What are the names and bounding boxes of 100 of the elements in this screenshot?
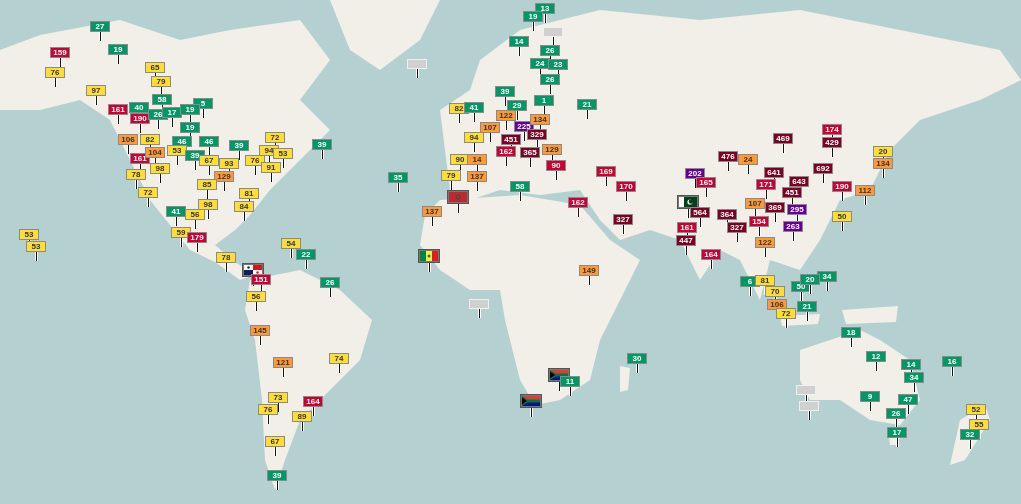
aqi-marker[interactable]: 89 bbox=[292, 411, 312, 422]
aqi-marker[interactable]: 476 bbox=[718, 151, 738, 162]
aqi-marker[interactable]: 641 bbox=[764, 167, 784, 178]
aqi-marker[interactable]: 1 bbox=[534, 95, 554, 106]
aqi-marker[interactable]: 53 bbox=[19, 229, 39, 240]
aqi-marker[interactable]: 93 bbox=[219, 158, 239, 169]
aqi-marker[interactable]: 20 bbox=[873, 146, 893, 157]
aqi-marker[interactable]: 47 bbox=[898, 394, 918, 405]
aqi-marker[interactable]: 81 bbox=[239, 188, 259, 199]
aqi-marker[interactable]: 9 bbox=[860, 391, 880, 402]
blank-marker[interactable] bbox=[799, 401, 819, 411]
aqi-marker[interactable]: 170 bbox=[616, 181, 636, 192]
aqi-marker[interactable]: 104 bbox=[145, 147, 165, 158]
aqi-marker[interactable]: 162 bbox=[568, 197, 588, 208]
aqi-marker[interactable]: 112 bbox=[855, 185, 875, 196]
aqi-marker[interactable]: 11 bbox=[560, 376, 580, 387]
aqi-marker[interactable]: 94 bbox=[464, 132, 484, 143]
aqi-marker[interactable]: 327 bbox=[613, 214, 633, 225]
aqi-marker[interactable]: 14 bbox=[467, 154, 487, 165]
aqi-marker[interactable]: 327 bbox=[727, 222, 747, 233]
aqi-marker[interactable]: 98 bbox=[198, 199, 218, 210]
aqi-marker[interactable]: 91 bbox=[261, 162, 281, 173]
aqi-marker[interactable]: 58 bbox=[152, 94, 172, 105]
aqi-marker[interactable]: 369 bbox=[765, 202, 785, 213]
aqi-marker[interactable]: 39 bbox=[312, 139, 332, 150]
aqi-marker[interactable]: 129 bbox=[542, 144, 562, 155]
aqi-marker[interactable]: 164 bbox=[701, 249, 721, 260]
aqi-marker[interactable]: 32 bbox=[960, 429, 980, 440]
aqi-marker[interactable]: 329 bbox=[527, 129, 547, 140]
aqi-marker[interactable]: 39 bbox=[495, 86, 515, 97]
aqi-marker[interactable]: 72 bbox=[776, 308, 796, 319]
aqi-marker[interactable]: 76 bbox=[45, 67, 65, 78]
aqi-marker[interactable]: 190 bbox=[832, 181, 852, 192]
aqi-marker[interactable]: 70 bbox=[765, 286, 785, 297]
aqi-marker[interactable]: 179 bbox=[187, 232, 207, 243]
aqi-marker[interactable]: 134 bbox=[873, 158, 893, 169]
blank-marker[interactable] bbox=[796, 385, 816, 395]
aqi-marker[interactable]: 151 bbox=[251, 274, 271, 285]
aqi-marker[interactable]: 82 bbox=[140, 134, 160, 145]
aqi-marker[interactable]: 26 bbox=[886, 408, 906, 419]
aqi-marker[interactable]: 19 bbox=[180, 122, 200, 133]
aqi-marker[interactable]: 97 bbox=[86, 85, 106, 96]
aqi-marker[interactable]: 121 bbox=[273, 357, 293, 368]
aqi-marker[interactable]: 98 bbox=[150, 163, 170, 174]
aqi-marker[interactable]: 429 bbox=[822, 137, 842, 148]
aqi-marker[interactable]: 469 bbox=[773, 133, 793, 144]
aqi-marker[interactable]: 14 bbox=[509, 36, 529, 47]
aqi-marker[interactable]: 35 bbox=[388, 172, 408, 183]
aqi-marker[interactable]: 692 bbox=[813, 163, 833, 174]
flag-marker[interactable] bbox=[520, 394, 542, 408]
aqi-marker[interactable]: 73 bbox=[268, 392, 288, 403]
aqi-marker[interactable]: 39 bbox=[267, 470, 287, 481]
aqi-marker[interactable]: 169 bbox=[596, 166, 616, 177]
aqi-marker[interactable]: 22 bbox=[296, 249, 316, 260]
aqi-marker[interactable]: 107 bbox=[480, 122, 500, 133]
aqi-marker[interactable]: 21 bbox=[797, 301, 817, 312]
aqi-marker[interactable]: 161 bbox=[677, 222, 697, 233]
aqi-marker[interactable]: 107 bbox=[745, 198, 765, 209]
aqi-marker[interactable]: 365 bbox=[520, 147, 540, 158]
aqi-marker[interactable]: 174 bbox=[822, 124, 842, 135]
aqi-marker[interactable]: 53 bbox=[26, 241, 46, 252]
aqi-marker[interactable]: 134 bbox=[530, 114, 550, 125]
aqi-marker[interactable]: 14 bbox=[901, 359, 921, 370]
flag-marker[interactable] bbox=[242, 263, 264, 277]
aqi-marker[interactable]: 72 bbox=[138, 187, 158, 198]
aqi-marker[interactable]: 447 bbox=[676, 235, 696, 246]
aqi-marker[interactable]: 67 bbox=[199, 155, 219, 166]
aqi-marker[interactable]: 50 bbox=[832, 211, 852, 222]
aqi-marker[interactable]: 161 bbox=[108, 104, 128, 115]
aqi-marker[interactable]: 17 bbox=[887, 427, 907, 438]
aqi-marker[interactable]: 19 bbox=[180, 104, 200, 115]
aqi-marker[interactable]: 149 bbox=[579, 265, 599, 276]
aqi-marker[interactable]: 41 bbox=[464, 102, 484, 113]
aqi-marker[interactable]: 171 bbox=[756, 179, 776, 190]
aqi-marker[interactable]: 26 bbox=[540, 74, 560, 85]
aqi-marker[interactable]: 122 bbox=[755, 237, 775, 248]
blank-marker[interactable] bbox=[469, 299, 489, 309]
aqi-marker[interactable]: 643 bbox=[789, 176, 809, 187]
aqi-marker[interactable]: 295 bbox=[787, 204, 807, 215]
aqi-marker[interactable]: 21 bbox=[577, 99, 597, 110]
aqi-marker[interactable]: 78 bbox=[126, 169, 146, 180]
aqi-marker[interactable]: 84 bbox=[234, 201, 254, 212]
aqi-marker[interactable]: 90 bbox=[546, 160, 566, 171]
aqi-marker[interactable]: 20 bbox=[800, 274, 820, 285]
aqi-marker[interactable]: 58 bbox=[510, 181, 530, 192]
aqi-marker[interactable]: 165 bbox=[696, 177, 716, 188]
aqi-marker[interactable]: 137 bbox=[467, 171, 487, 182]
aqi-marker[interactable]: 78 bbox=[216, 252, 236, 263]
aqi-marker[interactable]: 19 bbox=[108, 44, 128, 55]
aqi-marker[interactable]: 162 bbox=[496, 146, 516, 157]
aqi-marker[interactable]: 85 bbox=[197, 179, 217, 190]
aqi-marker[interactable]: 154 bbox=[749, 216, 769, 227]
aqi-marker[interactable]: 364 bbox=[717, 209, 737, 220]
aqi-marker[interactable]: 79 bbox=[151, 76, 171, 87]
aqi-marker[interactable]: 74 bbox=[329, 353, 349, 364]
aqi-marker[interactable]: 52 bbox=[966, 404, 986, 415]
aqi-marker[interactable]: 19 bbox=[523, 11, 543, 22]
aqi-marker[interactable]: 46 bbox=[199, 136, 219, 147]
aqi-marker[interactable]: 122 bbox=[496, 110, 516, 121]
aqi-marker[interactable]: 564 bbox=[690, 207, 710, 218]
